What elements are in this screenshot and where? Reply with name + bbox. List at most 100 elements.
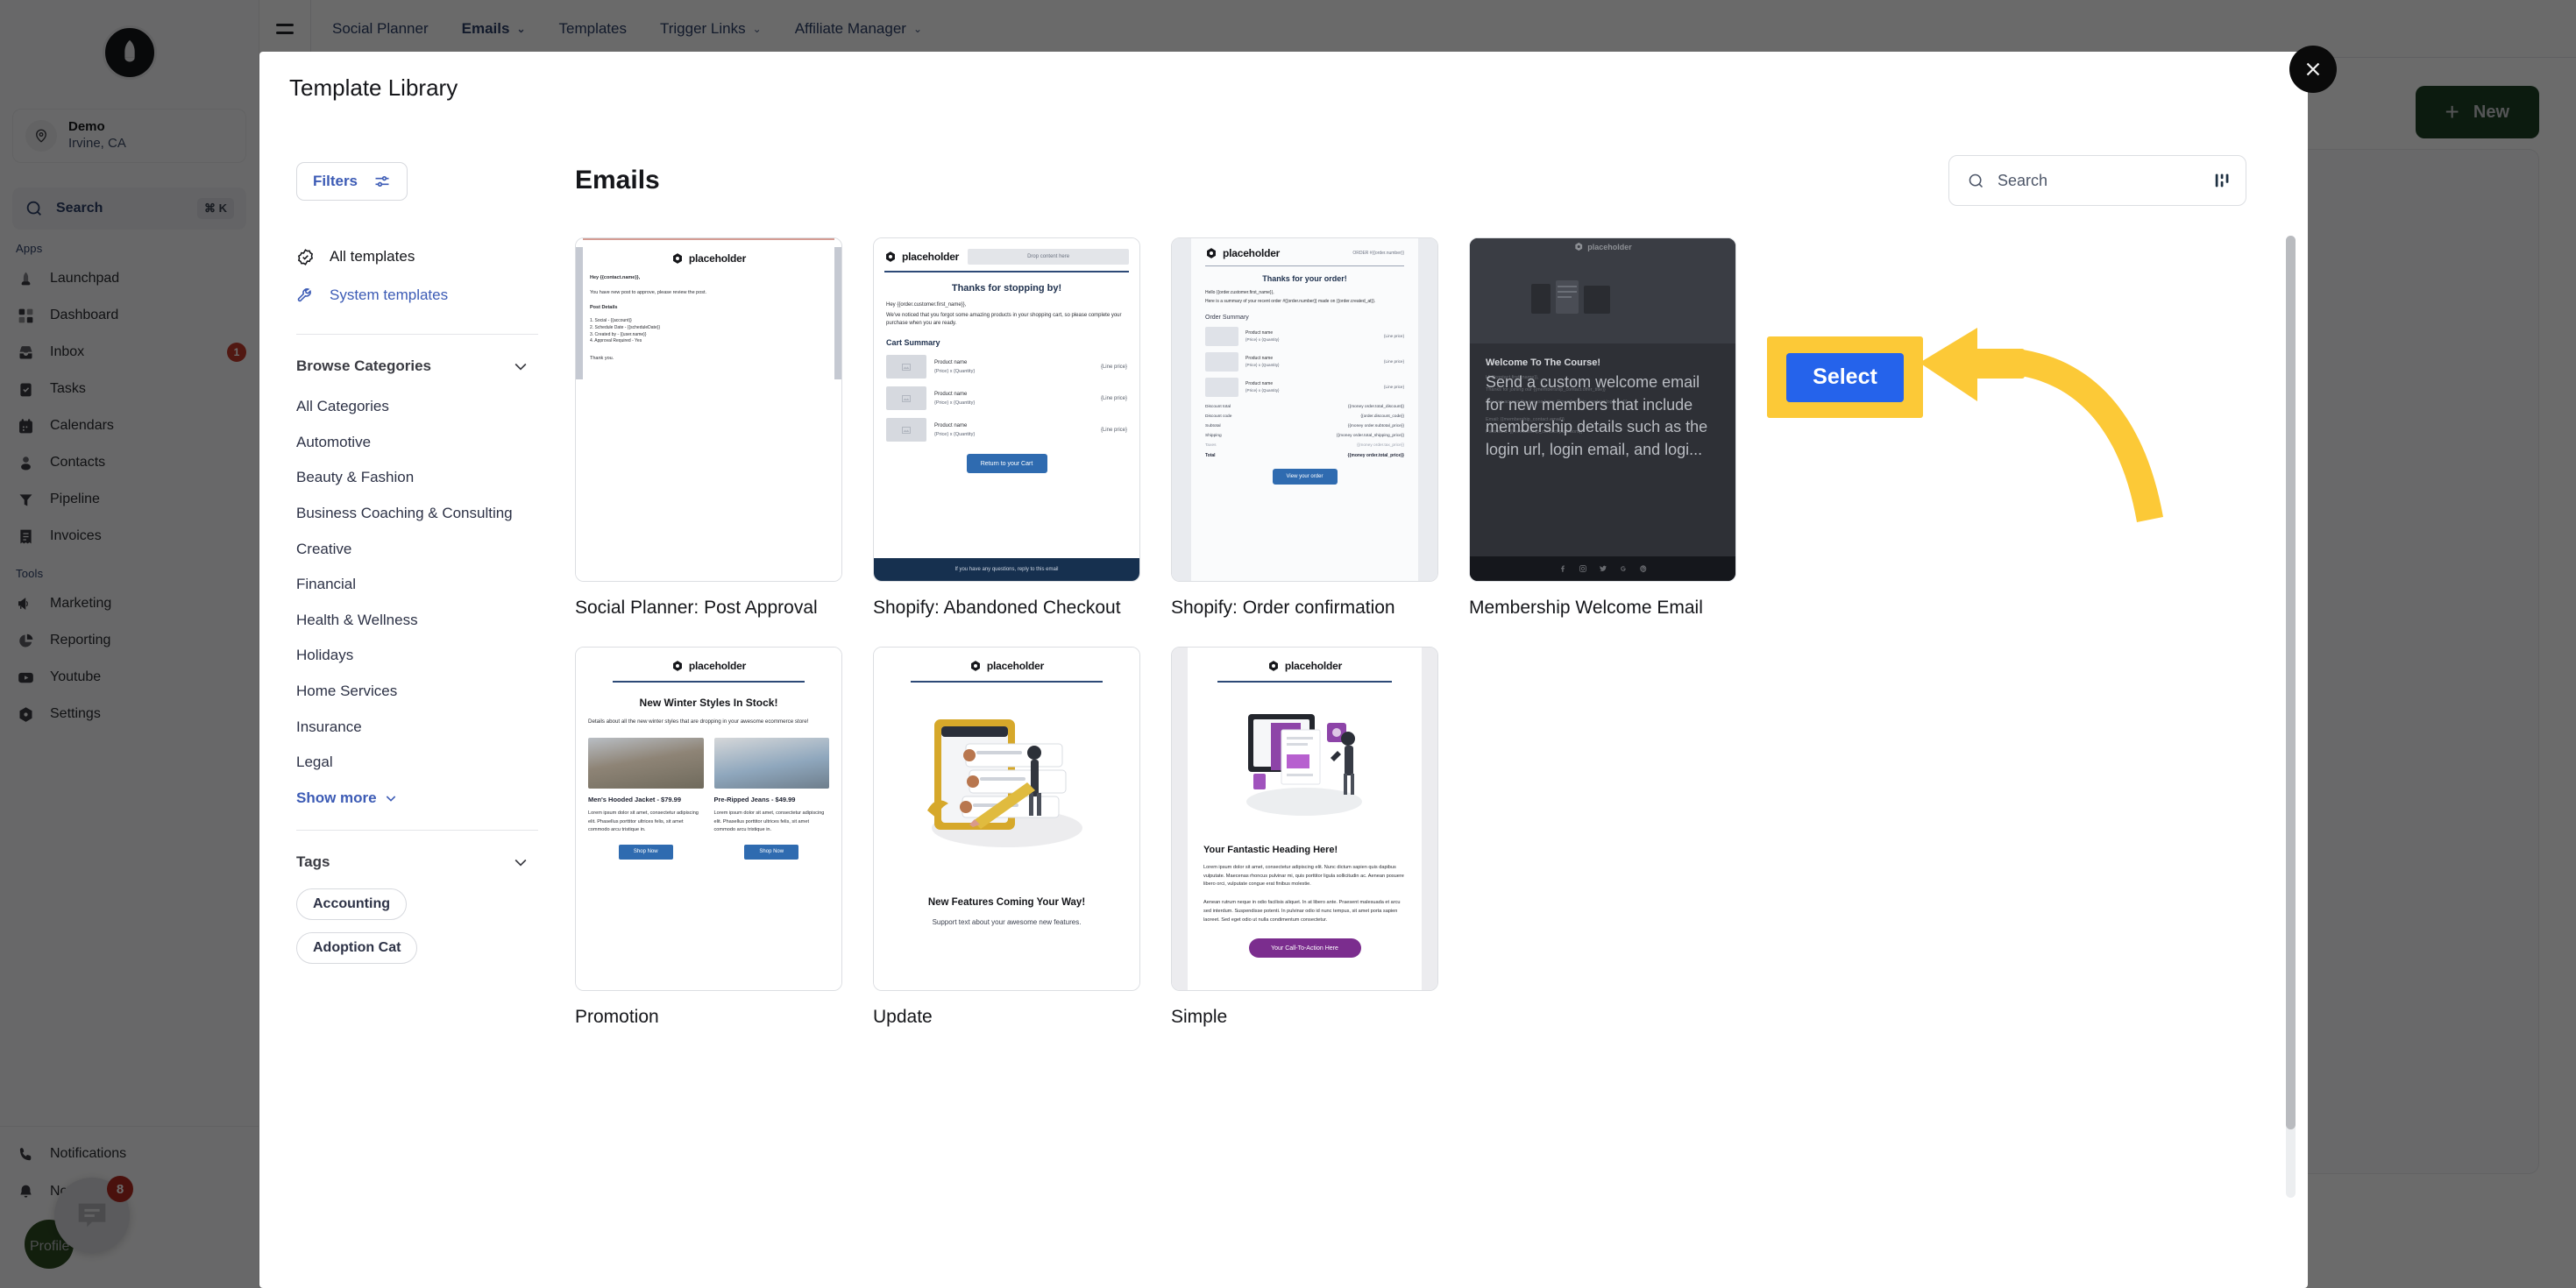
search-icon (1969, 173, 1983, 188)
template-thumbnail[interactable]: placeholder New Winter Styles In Stock! … (575, 646, 842, 991)
pinterest-icon (1639, 565, 1646, 573)
preview-drop-zone: Drop content here (968, 249, 1129, 265)
template-library-modal: Template Library Filters All templates S… (259, 52, 2308, 1288)
preview-total-value: {{order.discount_code}} (1360, 414, 1404, 419)
tag-chip-adoption-cat[interactable]: Adoption Cat (296, 932, 418, 965)
template-card-update[interactable]: placeholder New Features Coming Your Way… (873, 646, 1140, 1030)
filter-system-templates[interactable]: System templates (296, 276, 550, 315)
sort-bars-icon[interactable] (2213, 171, 2232, 190)
category-item-health-wellness[interactable]: Health & Wellness (296, 603, 515, 639)
template-card-shopify-order[interactable]: placeholder ORDER #{{order.number}} Than… (1171, 237, 1438, 620)
template-thumbnail[interactable]: placeholder (873, 646, 1140, 991)
preview-item-name: Product name (1245, 330, 1274, 336)
close-modal-button[interactable] (2289, 46, 2337, 93)
preview-total-row: Shipping {{money order.total_shipping_pr… (1205, 434, 1404, 438)
browse-categories-header[interactable]: Browse Categories (296, 335, 550, 375)
grid-header: Emails (550, 155, 2308, 206)
preview-greeting: Hello {{order.customer.first_name}}, (1205, 290, 1274, 295)
template-card-shopify-abandoned[interactable]: placeholder Drop content here Thanks for… (873, 237, 1140, 620)
preview-brand: placeholder (902, 251, 960, 263)
category-item-beauty-fashion[interactable]: Beauty & Fashion (296, 460, 515, 496)
preview-product: Pre-Ripped Jeans - $49.99 Lorem ipsum do… (713, 738, 829, 860)
select-button[interactable]: Select (1786, 352, 1904, 402)
preview-cta-button: Shop Now (744, 844, 799, 860)
preview-item-meta: {Price} x {Quantity} (934, 400, 976, 406)
preview-list-item: 3. Created by - {{user.name}} (590, 331, 647, 337)
preview-total-label: Discount total (1205, 404, 1231, 409)
template-thumbnail[interactable]: placeholder Hey {{contact.name}}, You ha… (575, 237, 842, 582)
category-item-automotive[interactable]: Automotive (296, 425, 515, 461)
scrollbar-thumb[interactable] (2286, 236, 2296, 1129)
preview-heading: Thanks for your order! (1262, 274, 1347, 283)
preview-item-name: Product name (934, 422, 968, 428)
modal-header: Template Library (259, 52, 2308, 124)
close-x-icon (2306, 62, 2320, 76)
category-item-legal[interactable]: Legal (296, 745, 515, 781)
preview-total-label: Total (1205, 452, 1216, 458)
tags-header[interactable]: Tags (296, 831, 550, 871)
preview-total-value: {{money order.subtotal_price}} (1347, 423, 1404, 428)
template-thumbnail[interactable]: placeholder Drop content here Thanks for… (873, 237, 1140, 582)
preview-cart-item: Product name {Price} x {Quantity} {Line … (874, 355, 1139, 379)
preview-greeting: Hey {{order.customer.first_name}}, (886, 302, 967, 308)
preview-total-row: Total {{money order.total_price}} (1205, 453, 1404, 458)
template-card-social-planner[interactable]: placeholder Hey {{contact.name}}, You ha… (575, 237, 842, 620)
preview-total-label: Taxes (1205, 442, 1217, 448)
modal-scrollbar[interactable] (2286, 236, 2296, 1198)
template-thumbnail[interactable]: placeholder ORDER #{{order.number}} Than… (1171, 237, 1438, 582)
annotation-highlight-box: Select (1767, 336, 1923, 418)
category-item-holidays[interactable]: Holidays (296, 638, 515, 674)
template-thumbnail[interactable]: placeholder (1171, 646, 1438, 991)
filter-all-templates[interactable]: All templates (296, 237, 550, 276)
preview-item-price: {Line price} (1384, 334, 1404, 338)
browse-categories-label: Browse Categories (296, 357, 431, 374)
category-item-creative[interactable]: Creative (296, 532, 515, 568)
twitter-icon (1599, 565, 1607, 571)
preview-closing: Thank you. (590, 356, 614, 361)
preview-cart-item: Product name {Price} x {Quantity} {Line … (874, 386, 1139, 410)
preview-intro: You have new post to approve, please rev… (590, 290, 707, 295)
preview-order-item: Product name {Price} x {Quantity} {Line … (1205, 377, 1404, 397)
preview-list-item: 1. Social - {{account}} (590, 318, 632, 323)
preview-item-price: {Line price} (1100, 427, 1127, 433)
preview-product-desc: Lorem ipsum dolor sit amet, consectetur … (588, 810, 699, 833)
template-title: Social Planner: Post Approval (575, 598, 818, 618)
filter-label: System templates (330, 287, 449, 303)
check-badge-icon (297, 248, 314, 265)
chevron-down-icon (514, 363, 527, 371)
preview-product-name: Pre-Ripped Jeans - $49.99 (713, 796, 796, 804)
preview-item-meta: {Price} x {Quantity} (1245, 388, 1280, 393)
instagram-icon (1579, 565, 1586, 572)
category-item-insurance[interactable]: Insurance (296, 710, 515, 746)
preview-heading: New Winter Styles In Stock! (639, 696, 778, 709)
category-item-business-coaching[interactable]: Business Coaching & Consulting (296, 496, 515, 532)
preview-total-row: Discount code {{order.discount_code}} (1205, 414, 1404, 419)
category-item-all[interactable]: All Categories (296, 389, 515, 425)
preview-brand: placeholder (1587, 242, 1632, 251)
preview-section: Order Summary (1205, 314, 1249, 321)
placeholder-logo-icon (1574, 242, 1582, 251)
template-card-promotion[interactable]: placeholder New Winter Styles In Stock! … (575, 646, 842, 1030)
template-search-box[interactable] (1948, 155, 2246, 206)
template-card-simple[interactable]: placeholder Your Fantastic Heading Here!… (1171, 646, 1438, 1030)
preview-list-item: 2. Schedule Date - {{scheduleDate}} (590, 324, 661, 330)
preview-heading: Your Fantastic Heading Here! (1203, 844, 1338, 855)
category-item-home-services[interactable]: Home Services (296, 674, 515, 710)
tag-list: Accounting Adoption Cat (296, 888, 550, 965)
preview-heading: New Features Coming Your Way! (927, 896, 1086, 908)
category-item-financial[interactable]: Financial (296, 567, 515, 603)
preview-brand: placeholder (1284, 659, 1343, 672)
preview-order-ref: ORDER #{{order.number}} (1352, 251, 1404, 256)
preview-greeting: Hey {{contact.name}}, (590, 275, 641, 280)
template-title: Shopify: Abandoned Checkout (873, 598, 1121, 618)
search-input[interactable] (1998, 171, 2201, 190)
tag-chip-accounting[interactable]: Accounting (296, 888, 407, 921)
preview-total-value: {{money order.total_discount}} (1347, 404, 1404, 409)
placeholder-logo-icon (672, 660, 682, 671)
grid-heading: Emails (575, 166, 660, 195)
filters-button[interactable]: Filters (296, 162, 408, 201)
show-more-button[interactable]: Show more (296, 781, 550, 807)
template-thumbnail[interactable]: placeholder Welcome To The Course! Hi {{… (1469, 237, 1736, 582)
template-card-membership-welcome[interactable]: placeholder Welcome To The Course! Hi {{… (1469, 237, 1736, 620)
preview-item-name: Product name (934, 391, 968, 397)
